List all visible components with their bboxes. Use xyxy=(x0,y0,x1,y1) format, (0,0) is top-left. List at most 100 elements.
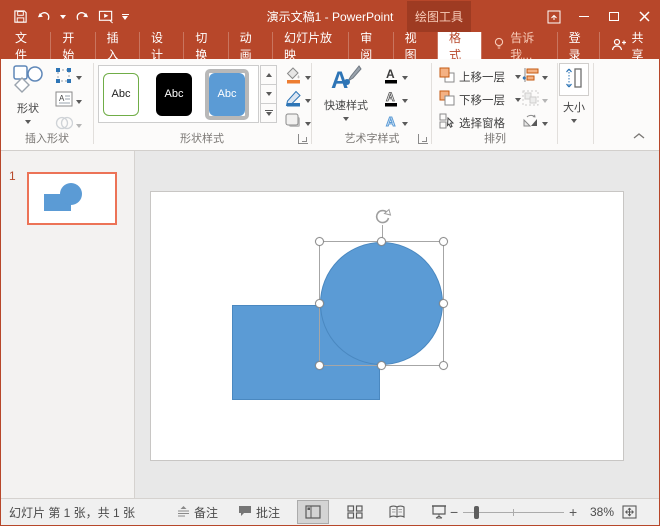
slide-canvas[interactable] xyxy=(150,191,624,461)
comments-icon xyxy=(238,505,252,520)
zoom-in-button[interactable]: + xyxy=(569,499,577,525)
resize-handle-s[interactable] xyxy=(377,361,386,370)
tab-file[interactable]: 文件 xyxy=(1,32,51,59)
text-fill-button[interactable]: A xyxy=(383,67,408,89)
group-label-shape-styles: 形状样式 xyxy=(93,130,311,146)
edit-shape-button[interactable] xyxy=(55,67,82,89)
shape-style-selected-frame: Abc xyxy=(209,73,245,116)
customize-qat-icon[interactable] xyxy=(119,6,131,28)
slide-sorter-view-button[interactable] xyxy=(339,500,371,524)
send-backward-button[interactable]: 下移一层 xyxy=(439,90,521,109)
bring-forward-button[interactable]: 上移一层 xyxy=(439,67,521,86)
notes-icon xyxy=(177,505,190,520)
sign-in-button[interactable]: 登录 xyxy=(557,32,600,59)
quick-styles-button[interactable]: A 快速样式 xyxy=(319,64,373,121)
svg-text:A: A xyxy=(386,67,395,81)
text-outline-icon: A xyxy=(383,90,399,112)
maximize-icon[interactable] xyxy=(599,1,629,32)
wordart-dialog-launcher-icon[interactable] xyxy=(418,134,428,144)
powerpoint-window: 演示文稿1 - PowerPoint 绘图工具 文件 开始 插入 设计 切换 动… xyxy=(0,0,660,526)
thumbnail-circle-shape xyxy=(60,183,82,205)
window-controls xyxy=(539,1,659,32)
quick-access-toolbar xyxy=(1,6,131,28)
align-icon xyxy=(522,67,539,88)
text-box-button[interactable]: A xyxy=(55,91,82,112)
quick-styles-icon: A xyxy=(329,64,363,95)
zoom-out-button[interactable]: − xyxy=(450,499,458,525)
send-backward-label: 下移一层 xyxy=(459,92,505,108)
resize-handle-sw[interactable] xyxy=(315,361,324,370)
close-icon[interactable] xyxy=(629,1,659,32)
tab-design[interactable]: 设计 xyxy=(140,32,184,59)
comments-button[interactable]: 批注 xyxy=(238,499,280,525)
shapes-label: 形状 xyxy=(17,100,39,116)
collapse-ribbon-icon[interactable] xyxy=(631,128,647,146)
send-backward-icon xyxy=(439,90,455,109)
fit-slide-to-window-button[interactable] xyxy=(622,499,637,525)
tell-me-label: 告诉我... xyxy=(510,29,545,63)
slide-editor xyxy=(136,151,659,499)
resize-handle-se[interactable] xyxy=(439,361,448,370)
minimize-icon[interactable] xyxy=(569,1,599,32)
shape-fill-button[interactable] xyxy=(285,67,311,89)
undo-dropdown-icon[interactable] xyxy=(57,6,69,28)
shape-fill-icon xyxy=(285,67,302,89)
tab-transitions[interactable]: 切换 xyxy=(184,32,228,59)
tab-format[interactable]: 格式 xyxy=(438,32,481,59)
resize-handle-nw[interactable] xyxy=(315,237,324,246)
workspace: 1 xyxy=(1,151,659,499)
text-outline-button[interactable]: A xyxy=(383,90,408,112)
comments-label: 批注 xyxy=(256,504,280,521)
align-button[interactable] xyxy=(522,67,548,88)
edit-shape-icon xyxy=(55,67,73,89)
bring-forward-icon xyxy=(439,67,455,86)
text-fill-icon: A xyxy=(383,67,399,89)
shape-style-option-3-selected[interactable]: Abc xyxy=(209,73,245,116)
tab-slideshow[interactable]: 幻灯片放映 xyxy=(273,32,349,59)
circle-shape[interactable] xyxy=(320,242,443,365)
reading-view-button[interactable] xyxy=(381,500,413,524)
shape-styles-dialog-launcher-icon[interactable] xyxy=(298,134,308,144)
share-label: 共享 xyxy=(631,29,648,63)
zoom-slider-thumb[interactable] xyxy=(474,506,479,519)
slide-number: 1 xyxy=(9,169,16,183)
redo-icon[interactable] xyxy=(71,6,93,28)
svg-text:A: A xyxy=(386,90,395,104)
tell-me-box[interactable]: 告诉我... xyxy=(481,32,556,59)
shape-style-option-1[interactable]: Abc xyxy=(103,73,139,116)
resize-handle-e[interactable] xyxy=(439,299,448,308)
resize-handle-n[interactable] xyxy=(377,237,386,246)
gallery-scroll-up-icon[interactable] xyxy=(260,65,277,85)
group-label-insert-shapes: 插入形状 xyxy=(1,130,93,146)
tab-animations[interactable]: 动画 xyxy=(229,32,273,59)
slide-thumbnail-1[interactable] xyxy=(27,172,117,225)
gallery-more-icon[interactable] xyxy=(260,104,277,123)
share-button[interactable]: 共享 xyxy=(599,32,659,59)
insert-shapes-button[interactable]: 形状 xyxy=(7,64,49,124)
titlebar: 演示文稿1 - PowerPoint 绘图工具 xyxy=(1,1,659,32)
tab-review[interactable]: 审阅 xyxy=(349,32,393,59)
resize-handle-ne[interactable] xyxy=(439,237,448,246)
shape-outline-icon xyxy=(285,90,302,112)
rotate-handle-icon[interactable] xyxy=(373,207,392,231)
ribbon-display-options-icon[interactable] xyxy=(539,1,569,32)
shape-style-gallery: Abc Abc Abc xyxy=(98,65,259,123)
tab-view[interactable]: 视图 xyxy=(394,32,438,59)
shape-style-option-2[interactable]: Abc xyxy=(156,73,192,116)
statusbar: 幻灯片 第 1 张，共 1 张 备注 批注 − + 3 xyxy=(1,498,659,525)
group-button xyxy=(522,90,548,111)
gallery-scroll-down-icon[interactable] xyxy=(260,85,277,104)
tab-home[interactable]: 开始 xyxy=(51,32,95,59)
resize-handle-w[interactable] xyxy=(315,299,324,308)
undo-icon[interactable] xyxy=(33,6,55,28)
tab-insert[interactable]: 插入 xyxy=(96,32,140,59)
shape-outline-button[interactable] xyxy=(285,90,311,112)
notes-button[interactable]: 备注 xyxy=(177,499,218,525)
start-slideshow-icon[interactable] xyxy=(95,6,117,28)
normal-view-button[interactable] xyxy=(297,500,329,524)
svg-text:A: A xyxy=(386,114,396,129)
tabrow-right: 告诉我... 登录 共享 xyxy=(481,32,659,59)
zoom-level[interactable]: 38% xyxy=(590,499,614,525)
save-icon[interactable] xyxy=(9,6,31,28)
size-button[interactable]: 大小 xyxy=(557,63,591,123)
